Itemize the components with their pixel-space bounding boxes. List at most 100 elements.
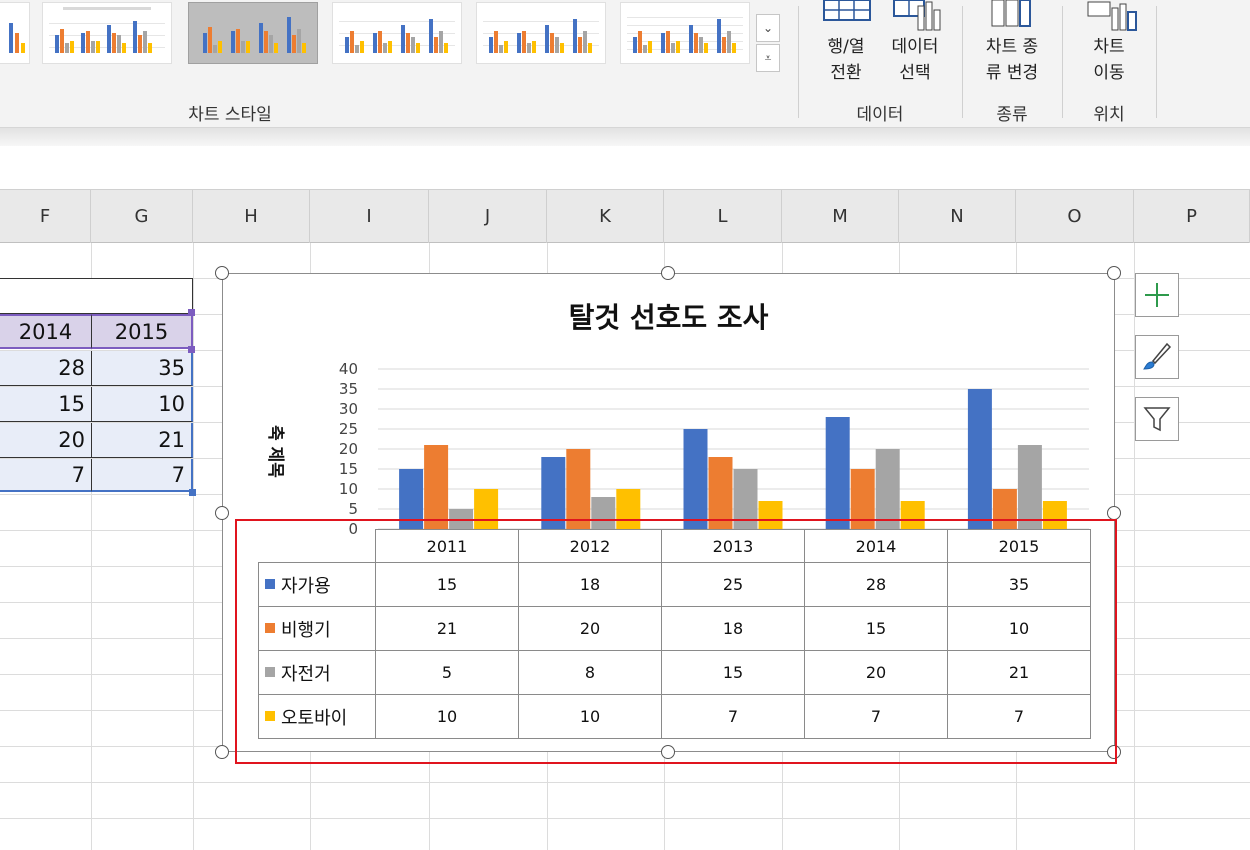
data-table-year-header: 2013	[661, 529, 805, 563]
column-header-i[interactable]: I	[310, 190, 429, 243]
column-headers: F G H I J K L M N O P	[0, 190, 1250, 243]
bar-3-0	[825, 417, 850, 529]
merged-title-cell[interactable]	[0, 278, 193, 314]
column-header-l[interactable]: L	[664, 190, 782, 243]
type-group-label: 종류	[996, 105, 1028, 125]
column-header-m[interactable]: M	[782, 190, 899, 243]
selection-handle[interactable]	[189, 489, 196, 496]
chart-style-thumb-5[interactable]	[476, 2, 606, 64]
data-table-value: 10	[375, 694, 519, 739]
move-chart-label-1: 차트	[1093, 37, 1125, 57]
cell-f-row2[interactable]: 15	[0, 387, 91, 422]
group-separator	[798, 6, 799, 118]
data-table-year-header: 2014	[804, 529, 948, 563]
cell-f-row1[interactable]: 28	[0, 351, 91, 386]
bar-2-1	[708, 457, 733, 529]
select-data-button[interactable]: 데이터 선택	[880, 34, 950, 86]
resize-handle-top[interactable]	[661, 266, 675, 280]
chart-style-thumb-3[interactable]	[188, 2, 318, 64]
plus-icon	[1145, 283, 1169, 307]
data-table-value: 21	[947, 650, 1091, 695]
selection-handle[interactable]	[188, 309, 195, 316]
select-data-label-1: 데이터	[891, 37, 939, 57]
cell-g-row3[interactable]: 21	[91, 423, 193, 458]
data-table-series-label: 비행기	[258, 606, 376, 651]
column-header-f[interactable]: F	[0, 190, 91, 243]
bar-4-0	[967, 389, 992, 529]
resize-handle-left[interactable]	[215, 506, 229, 520]
data-table-value: 25	[661, 562, 805, 607]
resize-handle-right[interactable]	[1107, 506, 1121, 520]
ribbon-shadow	[0, 128, 1250, 146]
data-table-corner	[258, 529, 376, 563]
data-table-value: 15	[804, 606, 948, 651]
data-table-value: 15	[661, 650, 805, 695]
resize-handle-bottom-left[interactable]	[215, 745, 229, 759]
column-header-p[interactable]: P	[1134, 190, 1250, 243]
data-table-value: 28	[804, 562, 948, 607]
location-group-label: 위치	[1093, 105, 1125, 125]
legend-key-icon	[265, 710, 275, 721]
cell-f-header[interactable]: 2014	[0, 314, 91, 349]
bar-3-2	[875, 449, 900, 529]
cell-g-header[interactable]: 2015	[91, 314, 193, 349]
more-icon: ⩡	[764, 50, 772, 65]
column-header-o[interactable]: O	[1016, 190, 1134, 243]
resize-handle-bottom[interactable]	[661, 745, 675, 759]
cell-g-row4[interactable]: 7	[91, 459, 193, 492]
cell-g-row1[interactable]: 35	[91, 351, 193, 386]
chart-style-thumb-6[interactable]	[620, 2, 750, 64]
data-table-value: 8	[518, 650, 662, 695]
data-table-value: 5	[375, 650, 519, 695]
move-chart-button[interactable]: 차트 이동	[1076, 34, 1142, 86]
chart-data-table[interactable]: 2011 2012 2013 2014 2015 자가용 15 18 25 28 35 비행…	[258, 529, 1091, 739]
data-table-row: 자전거 5 8 15 20 21	[258, 650, 1091, 695]
chart-elements-button[interactable]	[1135, 273, 1179, 317]
column-header-h[interactable]: H	[193, 190, 310, 243]
filter-icon	[1143, 407, 1171, 432]
series-name: 오토바이	[281, 707, 348, 729]
change-chart-type-icon	[990, 0, 1032, 32]
data-table-series-label: 오토바이	[258, 694, 376, 739]
chart-filters-button[interactable]	[1135, 397, 1179, 441]
cell-f-row3[interactable]: 20	[0, 423, 91, 458]
y-tick-label: 40	[339, 360, 358, 378]
data-table-header-row: 2011 2012 2013 2014 2015	[258, 529, 1091, 563]
group-separator	[1156, 6, 1157, 118]
y-tick-label: 10	[339, 480, 358, 498]
data-table-value: 20	[804, 650, 948, 695]
data-table-series-label: 자가용	[258, 562, 376, 607]
resize-handle-top-left[interactable]	[215, 266, 229, 280]
column-header-k[interactable]: K	[547, 190, 664, 243]
data-table-value: 18	[661, 606, 805, 651]
cell-g-row2[interactable]: 10	[91, 387, 193, 422]
change-chart-type-button[interactable]: 차트 종 류 변경	[972, 34, 1052, 86]
cell-f-row4[interactable]: 7	[0, 459, 91, 492]
bar-0-1	[424, 445, 449, 529]
y-tick-label: 15	[339, 460, 358, 478]
data-table-year-header: 2011	[375, 529, 519, 563]
data-table-value: 15	[375, 562, 519, 607]
chart-style-thumb-1[interactable]	[0, 2, 30, 64]
column-header-n[interactable]: N	[899, 190, 1016, 243]
gallery-scroll-down-button[interactable]: ⌄	[756, 14, 780, 42]
resize-handle-bottom-right[interactable]	[1107, 745, 1121, 759]
chart-style-thumb-2[interactable]	[42, 2, 172, 64]
column-header-j[interactable]: J	[429, 190, 547, 243]
gallery-more-button[interactable]: ⩡	[756, 44, 780, 72]
bar-2-2	[733, 469, 758, 529]
chart-styles-button[interactable]	[1135, 335, 1179, 379]
data-table-value: 18	[518, 562, 662, 607]
series-name: 비행기	[281, 619, 331, 641]
switch-row-column-button[interactable]: 행/열 전환	[816, 34, 876, 86]
bar-1-3	[616, 489, 641, 529]
data-table-year-header: 2012	[518, 529, 662, 563]
chart-style-thumb-4[interactable]	[332, 2, 462, 64]
selection-handle[interactable]	[188, 346, 195, 353]
legend-key-icon	[265, 666, 275, 677]
resize-handle-top-right[interactable]	[1107, 266, 1121, 280]
column-header-g[interactable]: G	[91, 190, 193, 243]
switch-row-column-label-2: 전환	[830, 63, 862, 83]
group-separator	[962, 6, 963, 118]
bar-4-3	[1042, 501, 1067, 529]
